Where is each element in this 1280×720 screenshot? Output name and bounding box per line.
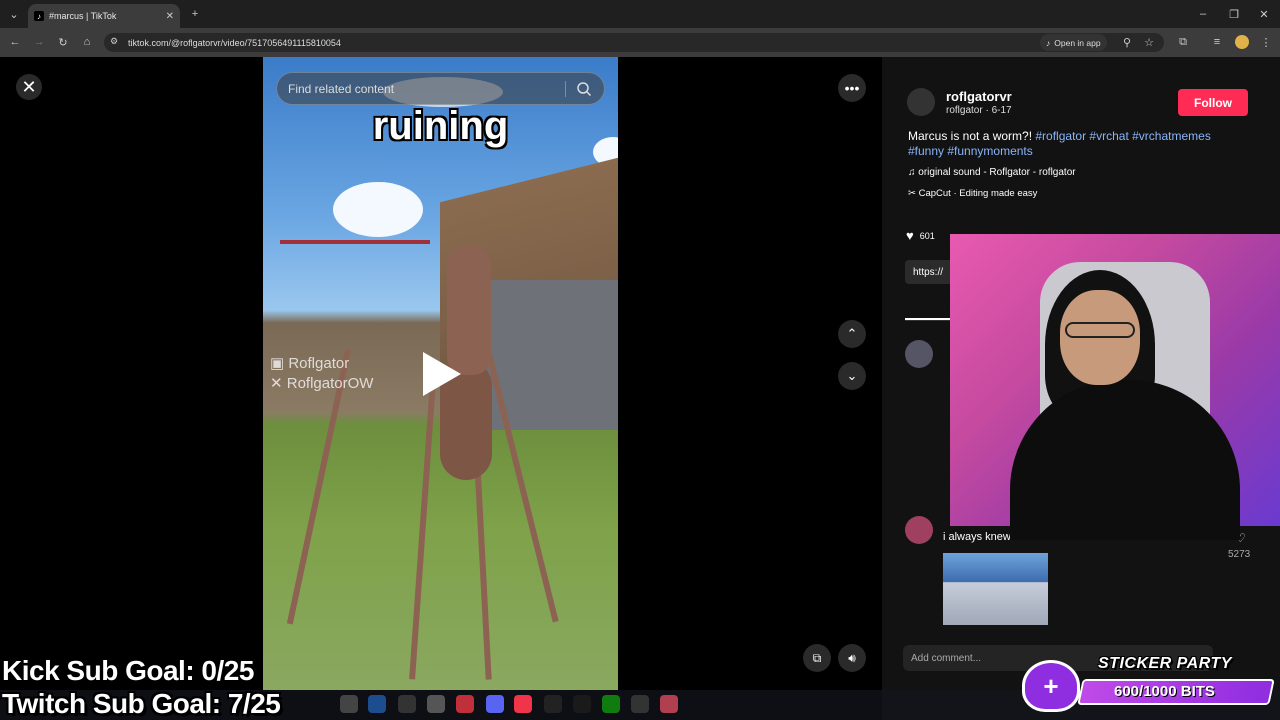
browser-tab[interactable]: ♪ #marcus | TikTok ✕	[28, 4, 180, 28]
heart-plus-icon: +	[1022, 660, 1080, 712]
swing-bar	[280, 240, 430, 244]
app-icon[interactable]	[398, 695, 416, 713]
chevron-down-icon: ⌄	[846, 368, 858, 383]
window-close-icon[interactable]: ✕	[1257, 6, 1271, 22]
app-icon[interactable]	[660, 695, 678, 713]
follow-button[interactable]: Follow	[1178, 89, 1248, 116]
tab-search-icon[interactable]: ⌄	[6, 6, 22, 22]
search-icon[interactable]	[576, 81, 592, 97]
watermark-twitch: Roflgator	[288, 355, 350, 372]
watermark-x: RoflgatorOW	[286, 375, 374, 392]
close-tab-icon[interactable]: ✕	[166, 11, 174, 22]
video-caption: ruining	[372, 104, 509, 148]
reading-list-icon[interactable]: ≡	[1210, 35, 1224, 49]
description-text: Marcus is not a worm?!	[908, 129, 1036, 143]
home-icon[interactable]: ⌂	[80, 35, 94, 49]
hashtag[interactable]: #vrchat	[1089, 129, 1128, 143]
bookmark-star-icon[interactable]: ☆	[1142, 35, 1156, 49]
tab-title: #marcus | TikTok	[49, 11, 117, 21]
chevron-up-icon: ⌃	[846, 326, 858, 341]
sound-label: original sound - Roflgator - roflgator	[918, 167, 1076, 178]
reload-icon[interactable]: ↻	[56, 35, 70, 49]
url-bar[interactable]: ⚙ tiktok.com/@roflgatorvr/video/75170564…	[104, 33, 1164, 52]
open-in-app-button[interactable]: ♪ Open in app	[1040, 34, 1107, 51]
more-options-button[interactable]: •••	[838, 74, 866, 102]
sound-link[interactable]: ♫ original sound - Roflgator - roflgator	[908, 167, 1076, 178]
tiktok-favicon-icon: ♪	[34, 11, 44, 21]
glasses	[1065, 322, 1135, 338]
heart-icon[interactable]: ♥	[906, 228, 914, 243]
zoom-icon[interactable]: ⚲	[1120, 35, 1134, 49]
sub-goals-overlay: Kick Sub Goal: 0/25 Twitch Sub Goal: 7/2…	[2, 654, 281, 720]
x-icon: ✕	[270, 375, 287, 392]
new-tab-icon[interactable]: +	[188, 6, 202, 22]
hashtag[interactable]: #vrchatmemes	[1132, 129, 1211, 143]
comment-like-count: 5273	[1228, 549, 1251, 560]
hashtag[interactable]: #funny	[908, 144, 944, 158]
app-icon[interactable]	[456, 695, 474, 713]
site-info-icon[interactable]: ⚙	[110, 36, 118, 47]
pip-icon: ⧉	[812, 650, 822, 665]
tiktok-icon: ♪	[1046, 37, 1051, 48]
kick-sub-goal: Kick Sub Goal: 0/25	[2, 655, 254, 686]
app-icon[interactable]	[340, 695, 358, 713]
music-icon[interactable]	[514, 695, 532, 713]
creator-username[interactable]: roflgatorvr	[946, 89, 1012, 104]
play-icon[interactable]	[423, 352, 461, 396]
hashtag[interactable]: #roflgator	[1035, 129, 1086, 143]
post-description: Marcus is not a worm?! #roflgator #vrcha…	[908, 129, 1248, 159]
like-count: 601	[919, 230, 935, 241]
steam-icon[interactable]	[368, 695, 386, 713]
twitch-sub-goal: Twitch Sub Goal: 7/25	[2, 688, 281, 719]
sticker-party-title: STICKER PARTY	[1098, 655, 1232, 672]
app-icon[interactable]	[544, 695, 562, 713]
xbox-icon[interactable]	[602, 695, 620, 713]
discord-icon[interactable]	[486, 695, 504, 713]
comment-gif[interactable]	[943, 553, 1048, 625]
open-in-app-label: Open in app	[1054, 37, 1101, 48]
previous-video-button[interactable]: ⌃	[838, 320, 866, 348]
creator-avatar[interactable]	[907, 88, 935, 116]
maximize-icon[interactable]: ❐	[1227, 6, 1241, 22]
more-icon: •••	[844, 80, 860, 96]
creator-subline: roflgator · 6-17	[946, 105, 1012, 116]
tab-active-indicator	[905, 318, 950, 320]
browser-menu-icon[interactable]: ⋮	[1259, 35, 1273, 49]
capcut-label: CapCut · Editing made easy	[918, 188, 1038, 199]
twitch-icon: ▣	[270, 355, 289, 372]
minimize-icon[interactable]: –	[1196, 6, 1210, 22]
back-icon[interactable]: ←	[8, 35, 22, 49]
like-row[interactable]: ♥ 601	[906, 228, 935, 243]
terminal-icon[interactable]	[573, 695, 591, 713]
commenter-avatar[interactable]	[905, 516, 933, 544]
music-note-icon: ♫	[908, 167, 919, 178]
app-icon[interactable]	[631, 695, 649, 713]
extensions-icon[interactable]: ⧉	[1176, 35, 1190, 49]
url-text: tiktok.com/@roflgatorvr/video/7517056491…	[128, 37, 341, 48]
capcut-icon: ✂	[908, 188, 919, 199]
next-video-button[interactable]: ⌄	[838, 362, 866, 390]
find-related-search[interactable]: Find related content	[276, 72, 605, 105]
commenter-avatar[interactable]	[905, 340, 933, 368]
close-video-button[interactable]: ✕	[16, 74, 42, 100]
app-icon[interactable]	[427, 695, 445, 713]
floating-player-button[interactable]: ⧉	[803, 644, 831, 672]
video-watermark: ▣ Roflgator ✕ RoflgatorOW	[270, 354, 373, 394]
capcut-link[interactable]: ✂ CapCut · Editing made easy	[908, 188, 1037, 199]
volume-icon: 🔊︎	[848, 650, 856, 665]
cloud	[333, 182, 423, 237]
forward-icon[interactable]: →	[32, 35, 46, 49]
search-placeholder: Find related content	[288, 81, 395, 96]
hashtag[interactable]: #funnymoments	[947, 144, 1032, 158]
search-divider	[565, 81, 566, 97]
bits-count: 600/1000 BITS	[1114, 683, 1215, 700]
profile-avatar[interactable]	[1235, 35, 1249, 49]
volume-button[interactable]: 🔊︎	[838, 644, 866, 672]
close-icon: ✕	[21, 76, 37, 97]
